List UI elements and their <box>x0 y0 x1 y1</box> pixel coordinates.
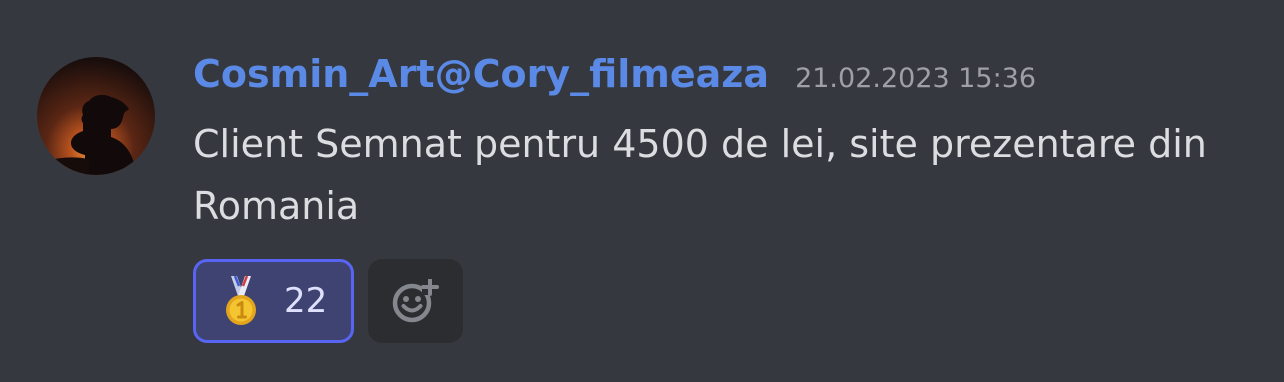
message-header: Cosmin_Art@Cory_filmeaza 21.02.2023 15:3… <box>193 52 1036 96</box>
reaction-count: 22 <box>284 281 328 321</box>
smiley-plus-icon <box>392 279 439 323</box>
author-name[interactable]: Cosmin_Art@Cory_filmeaza <box>193 52 769 96</box>
avatar[interactable] <box>37 57 155 175</box>
add-reaction-button[interactable] <box>368 259 463 343</box>
message-timestamp: 21.02.2023 15:36 <box>795 63 1037 94</box>
chat-message: Cosmin_Art@Cory_filmeaza 21.02.2023 15:3… <box>0 0 1284 382</box>
first-place-medal-icon <box>226 275 256 325</box>
message-content: Client Semnat pentru 4500 de lei, site p… <box>193 122 1207 228</box>
reactions-bar: 22 <box>193 259 463 343</box>
reaction-first-place-medal[interactable]: 22 <box>193 259 354 343</box>
